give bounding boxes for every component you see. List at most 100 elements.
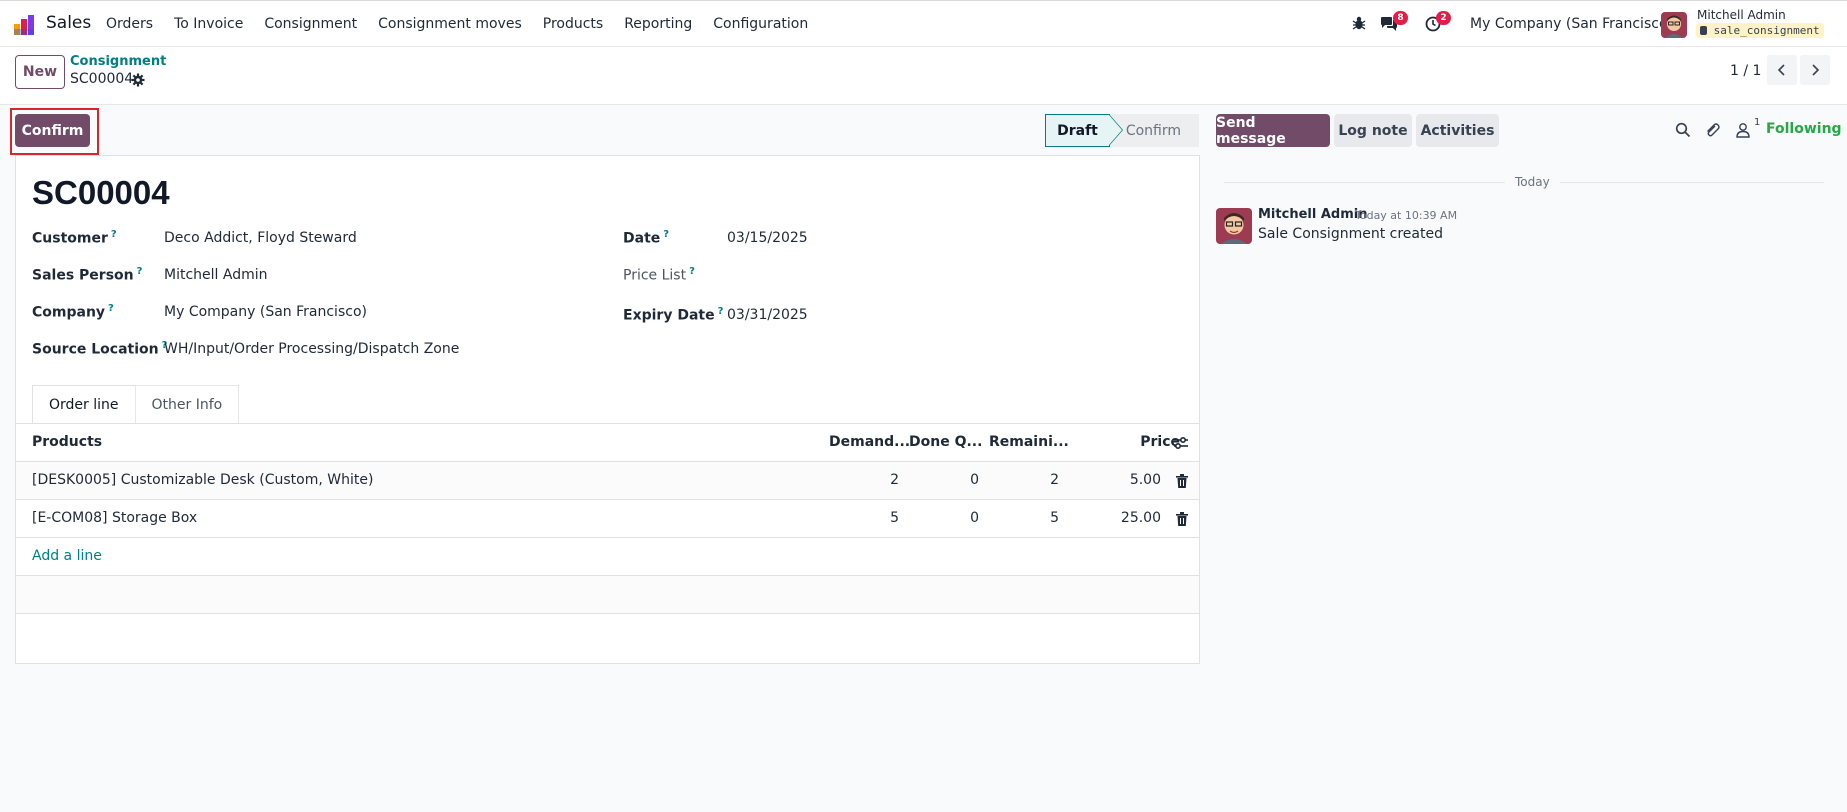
user-avatar[interactable] (1661, 12, 1687, 38)
record-title: SC00004 (32, 174, 170, 211)
column-header-demand[interactable]: Demand... (829, 434, 910, 450)
activities-button[interactable]: Activities (1416, 114, 1499, 147)
top-navbar: Sales Orders To Invoice Consignment Cons… (0, 0, 1847, 47)
form-statusbar: Confirm Confirm Draft (0, 105, 1210, 155)
following-button[interactable]: Following (1766, 121, 1842, 137)
line-remaining[interactable]: 2 (976, 472, 1059, 488)
pricelist-label: Price List? (623, 266, 695, 284)
line-done-qty[interactable]: 0 (896, 472, 979, 488)
column-header-products[interactable]: Products (32, 434, 102, 450)
menu-configuration[interactable]: Configuration (713, 16, 808, 32)
line-product[interactable]: [DESK0005] Customizable Desk (Custom, Wh… (32, 472, 373, 488)
add-line-row: Add a line (16, 538, 1199, 576)
stage-confirm[interactable]: Confirm (1110, 114, 1199, 147)
message-author-avatar[interactable] (1216, 208, 1252, 244)
add-a-line-link[interactable]: Add a line (32, 548, 102, 564)
pager-value[interactable]: 1 / 1 (1730, 63, 1761, 79)
customer-field[interactable]: Deco Addict, Floyd Steward (164, 230, 357, 246)
help-tooltip-icon[interactable]: ? (108, 303, 114, 314)
main-menu: Orders To Invoice Consignment Consignmen… (106, 16, 829, 32)
tab-other-info[interactable]: Other Info (134, 385, 240, 424)
line-product[interactable]: [E-COM08] Storage Box (32, 510, 197, 526)
form-sheet: SC00004 Customer? Deco Addict, Floyd Ste… (15, 155, 1200, 664)
column-header-price[interactable]: Price (1096, 434, 1180, 450)
customer-label: Customer? (32, 229, 117, 247)
menu-reporting[interactable]: Reporting (624, 16, 692, 32)
help-tooltip-icon[interactable]: ? (718, 306, 724, 317)
stage-draft[interactable]: Draft (1045, 114, 1110, 147)
message-body: Sale Consignment created (1258, 226, 1443, 242)
expiry-date-field[interactable]: 03/31/2025 (727, 307, 808, 323)
table-row[interactable]: [DESK0005] Customizable Desk (Custom, Wh… (16, 462, 1199, 500)
source-location-field[interactable]: WH/Input/Order Processing/Dispatch Zone (164, 341, 459, 357)
debug-bug-icon[interactable] (1351, 15, 1367, 31)
help-tooltip-icon[interactable]: ? (111, 229, 117, 240)
menu-orders[interactable]: Orders (106, 16, 153, 32)
help-tooltip-icon[interactable]: ? (689, 266, 695, 277)
help-tooltip-icon[interactable]: ? (137, 266, 143, 277)
trash-icon[interactable] (1176, 512, 1188, 526)
sales-app-icon[interactable] (13, 14, 35, 36)
messages-badge: 8 (1393, 11, 1408, 25)
salesperson-label-text: Sales Person (32, 267, 134, 284)
company-label-text: Company (32, 304, 106, 321)
chevron-right-icon (1812, 64, 1820, 76)
tab-order-line[interactable]: Order line (32, 385, 136, 424)
line-remaining[interactable]: 5 (976, 510, 1059, 526)
stage-arrow-fill (1109, 115, 1122, 145)
trash-icon[interactable] (1176, 474, 1188, 488)
user-name[interactable]: Mitchell Admin (1697, 8, 1786, 22)
send-message-button[interactable]: Send message (1216, 114, 1330, 147)
empty-row (16, 576, 1199, 614)
gear-icon[interactable] (131, 73, 145, 87)
company-label: Company? (32, 303, 114, 321)
control-panel: New Consignment SC00004 1 / 1 (0, 47, 1847, 105)
table-row[interactable]: [E-COM08] Storage Box 5 0 5 25.00 (16, 500, 1199, 538)
notebook-tabs: Order line Other Info (32, 385, 240, 424)
expiry-date-label-text: Expiry Date (623, 307, 715, 324)
source-location-label-text: Source Location (32, 341, 159, 358)
menu-consignment[interactable]: Consignment (264, 16, 357, 32)
search-icon[interactable] (1675, 122, 1691, 138)
order-lines-table: Products Demand... Done Q... Remaini... … (16, 424, 1199, 614)
breadcrumb-parent-link[interactable]: Consignment (70, 54, 166, 69)
log-note-button[interactable]: Log note (1334, 114, 1412, 147)
line-price[interactable]: 5.00 (1076, 472, 1161, 488)
menu-products[interactable]: Products (543, 16, 603, 32)
help-tooltip-icon[interactable]: ? (663, 229, 669, 240)
database-name: sale_consignment (1713, 24, 1820, 37)
optional-columns-sliders-icon[interactable] (1173, 435, 1189, 451)
app-name[interactable]: Sales (46, 13, 91, 33)
paperclip-icon[interactable] (1704, 122, 1720, 138)
menu-consignment-moves[interactable]: Consignment moves (378, 16, 522, 32)
database-icon (1700, 26, 1707, 35)
date-label-text: Date (623, 230, 661, 247)
activities-badge: 2 (1436, 11, 1451, 25)
company-field[interactable]: My Company (San Francisco) (164, 304, 367, 320)
menu-to-invoice[interactable]: To Invoice (174, 16, 243, 32)
company-switcher[interactable]: My Company (San Francisco) (1470, 16, 1673, 32)
database-name-badge: sale_consignment (1696, 23, 1824, 38)
line-price[interactable]: 25.00 (1076, 510, 1161, 526)
pager-previous-button[interactable] (1767, 55, 1797, 85)
expiry-date-label: Expiry Date? (623, 306, 723, 324)
column-header-remaining[interactable]: Remaini... (989, 434, 1069, 450)
salesperson-label: Sales Person? (32, 266, 142, 284)
followers-user-icon[interactable] (1735, 122, 1751, 138)
date-field[interactable]: 03/15/2025 (727, 230, 808, 246)
line-demand[interactable]: 5 (816, 510, 899, 526)
line-demand[interactable]: 2 (816, 472, 899, 488)
message-timestamp: Today at 10:39 AM (1355, 209, 1458, 222)
date-label: Date? (623, 229, 669, 247)
message-author[interactable]: Mitchell Admin (1258, 207, 1367, 222)
column-header-done-qty[interactable]: Done Q... (909, 434, 982, 450)
table-header-row: Products Demand... Done Q... Remaini... … (16, 424, 1199, 462)
date-separator-label: Today (1505, 175, 1560, 189)
pager-next-button[interactable] (1800, 55, 1830, 85)
line-done-qty[interactable]: 0 (896, 510, 979, 526)
source-location-label: Source Location? (32, 340, 167, 358)
pricelist-label-text: Price List (623, 267, 687, 284)
new-button[interactable]: New (15, 55, 65, 89)
confirm-button[interactable]: Confirm (15, 114, 90, 147)
salesperson-field[interactable]: Mitchell Admin (164, 267, 268, 283)
